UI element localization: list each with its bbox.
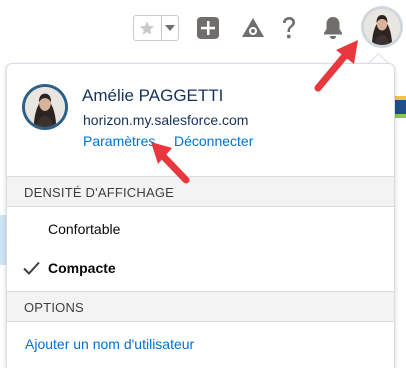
user-domain: horizon.my.salesforce.com (83, 112, 249, 128)
checkmark-icon (23, 261, 40, 275)
options-header: OPTIONS (7, 291, 394, 322)
help-button[interactable] (278, 14, 300, 42)
favorites-button-group (133, 15, 179, 41)
favorites-star-button[interactable] (134, 16, 160, 40)
profile-avatar (22, 84, 68, 130)
options-header-label: OPTIONS (24, 300, 84, 315)
favorites-menu-button[interactable] (162, 16, 178, 40)
user-profile-popover: Amélie PAGGETTI horizon.my.salesforce.co… (6, 63, 395, 368)
density-option-label: Confortable (48, 221, 121, 237)
trailhead-button[interactable] (240, 15, 266, 41)
avatar (364, 9, 400, 45)
help-icon (283, 17, 295, 39)
annotation-arrow (314, 40, 358, 92)
user-name: Amélie PAGGETTI (82, 86, 224, 105)
trailhead-icon (242, 18, 264, 37)
add-username-link[interactable]: Ajouter un nom d'utilisateur (25, 336, 194, 352)
density-option-label: Compacte (48, 260, 116, 276)
display-density-header: DENSITÉ D'AFFICHAGE (7, 176, 394, 207)
notifications-bell-icon (324, 17, 342, 39)
user-profile-button[interactable] (361, 6, 403, 48)
density-option-compact[interactable]: Compacte (7, 251, 394, 287)
annotation-arrow (151, 142, 190, 184)
user-photo-icon (25, 87, 65, 127)
chevron-down-icon (165, 25, 175, 31)
user-photo-icon (364, 9, 400, 45)
settings-link[interactable]: Paramètres (83, 133, 155, 149)
star-icon (140, 21, 154, 35)
global-actions-button[interactable] (196, 16, 220, 40)
density-option-comfy[interactable]: Confortable (7, 212, 394, 248)
add-icon (197, 17, 219, 39)
